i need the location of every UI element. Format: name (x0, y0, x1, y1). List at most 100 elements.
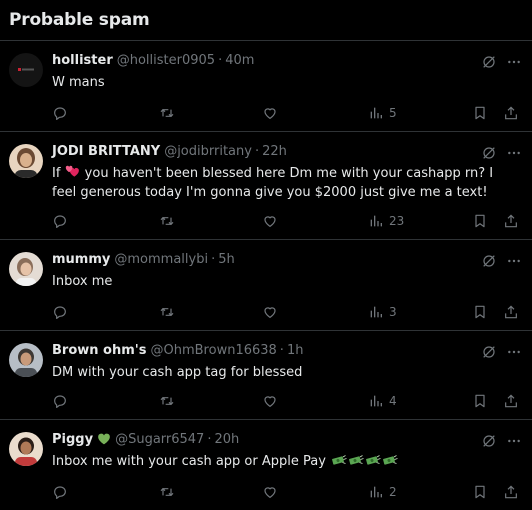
like-button[interactable] (262, 212, 278, 230)
timestamp[interactable]: 20h (214, 431, 239, 449)
tweet-row[interactable]: Brown ohm's @OhmBrown16638 · 1h DM with … (0, 331, 532, 420)
user-name[interactable]: Brown ohm's (52, 342, 147, 360)
user-handle[interactable]: @hollister0905 (117, 52, 215, 70)
reply-button[interactable] (52, 483, 68, 501)
tweet-header: Brown ohm's @OhmBrown16638 · 1h (52, 342, 522, 360)
retweet-button[interactable] (159, 104, 175, 122)
retweet-icon (159, 484, 175, 500)
grok-icon[interactable] (481, 433, 497, 449)
user-name[interactable]: hollister (52, 52, 113, 70)
views-count: 23 (389, 214, 405, 228)
share-button[interactable] (503, 104, 519, 122)
tweet-actions: 4 (52, 392, 522, 410)
share-icon (503, 484, 519, 500)
share-button[interactable] (503, 392, 519, 410)
views-icon (368, 484, 384, 500)
avatar[interactable] (9, 53, 43, 87)
views-count: 5 (389, 106, 397, 120)
grok-icon[interactable] (481, 54, 497, 70)
timestamp[interactable]: 1h (287, 342, 304, 360)
user-handle[interactable]: @mommallybi (114, 251, 208, 269)
more-icon[interactable] (506, 54, 522, 70)
tweet-row[interactable]: hollister @hollister0905 · 40m W mans 5 (0, 41, 532, 132)
share-button[interactable] (503, 303, 519, 321)
avatar[interactable] (9, 432, 43, 466)
bookmark-button[interactable] (472, 212, 488, 230)
tweet-body: JODI BRITTANY @jodibrritany · 22h If you… (52, 143, 522, 202)
avatar[interactable] (9, 144, 43, 178)
like-icon (262, 105, 278, 121)
money-emoji-icon (332, 455, 347, 466)
views-button[interactable]: 2 (368, 483, 397, 501)
views-button[interactable]: 3 (368, 303, 397, 321)
more-icon[interactable] (506, 433, 522, 449)
retweet-icon (159, 393, 175, 409)
user-name[interactable]: JODI BRITTANY (52, 143, 160, 161)
bookmark-button[interactable] (472, 483, 488, 501)
tweet-body: mummy @mommallybi · 5h Inbox me (52, 251, 522, 291)
retweet-button[interactable] (159, 483, 175, 501)
more-icon[interactable] (506, 145, 522, 161)
bookmark-button[interactable] (472, 104, 488, 122)
bookmark-icon (472, 304, 488, 320)
retweet-button[interactable] (159, 212, 175, 230)
like-button[interactable] (262, 483, 278, 501)
green-heart-icon (97, 432, 111, 448)
tweet-row[interactable]: mummy @mommallybi · 5h Inbox me 3 (0, 240, 532, 331)
bookmark-button[interactable] (472, 303, 488, 321)
user-name[interactable]: Piggy (52, 431, 93, 449)
tweet-actions: 5 (52, 104, 522, 122)
timestamp[interactable]: 40m (225, 52, 254, 70)
reply-button[interactable] (52, 303, 68, 321)
user-handle[interactable]: @jodibrritany (164, 143, 252, 161)
money-emoji-icon (349, 455, 364, 466)
money-emoji-icon (366, 455, 381, 466)
retweet-icon (159, 304, 175, 320)
views-count: 2 (389, 485, 397, 499)
like-button[interactable] (262, 303, 278, 321)
retweet-button[interactable] (159, 303, 175, 321)
timestamp[interactable]: 22h (262, 143, 287, 161)
grok-icon[interactable] (481, 253, 497, 269)
views-button[interactable]: 23 (368, 212, 404, 230)
reply-button[interactable] (52, 392, 68, 410)
reply-button[interactable] (52, 212, 68, 230)
views-button[interactable]: 5 (368, 104, 397, 122)
bookmark-button[interactable] (472, 392, 488, 410)
page-title: Probable spam (9, 10, 150, 30)
views-icon (368, 393, 384, 409)
user-handle[interactable]: @Sugarr6547 (115, 431, 204, 449)
avatar[interactable] (9, 252, 43, 286)
views-icon (368, 213, 384, 229)
share-icon (503, 304, 519, 320)
money-emoji-icon (383, 455, 398, 466)
tweet-text-part: Inbox me with your cash app or Apple Pay (52, 454, 326, 469)
like-button[interactable] (262, 104, 278, 122)
like-button[interactable] (262, 392, 278, 410)
hearts-emoji-icon (65, 165, 79, 177)
tweet-text: DM with your cash app tag for blessed (52, 365, 303, 380)
tweet-text-part: you haven't been blessed here Dm me with… (52, 166, 494, 200)
tweet-actions: 3 (52, 303, 522, 321)
user-name[interactable]: mummy (52, 251, 110, 269)
timestamp[interactable]: 5h (218, 251, 235, 269)
share-button[interactable] (503, 483, 519, 501)
reply-icon (52, 484, 68, 500)
reply-button[interactable] (52, 104, 68, 122)
grok-icon[interactable] (481, 145, 497, 161)
more-icon[interactable] (506, 253, 522, 269)
tweet-row[interactable]: JODI BRITTANY @jodibrritany · 22h If you… (0, 132, 532, 240)
reply-icon (52, 393, 68, 409)
tweet-row[interactable]: Piggy @Sugarr6547 · 20h Inbox me with yo… (0, 420, 532, 510)
like-icon (262, 304, 278, 320)
share-button[interactable] (503, 212, 519, 230)
retweet-button[interactable] (159, 392, 175, 410)
avatar[interactable] (9, 343, 43, 377)
tweet-body: Brown ohm's @OhmBrown16638 · 1h DM with … (52, 342, 522, 382)
more-icon[interactable] (506, 344, 522, 360)
tweet-body: hollister @hollister0905 · 40m W mans (52, 52, 522, 92)
user-handle[interactable]: @OhmBrown16638 (151, 342, 277, 360)
separator-dot: · (211, 252, 216, 267)
views-button[interactable]: 4 (368, 392, 397, 410)
grok-icon[interactable] (481, 344, 497, 360)
